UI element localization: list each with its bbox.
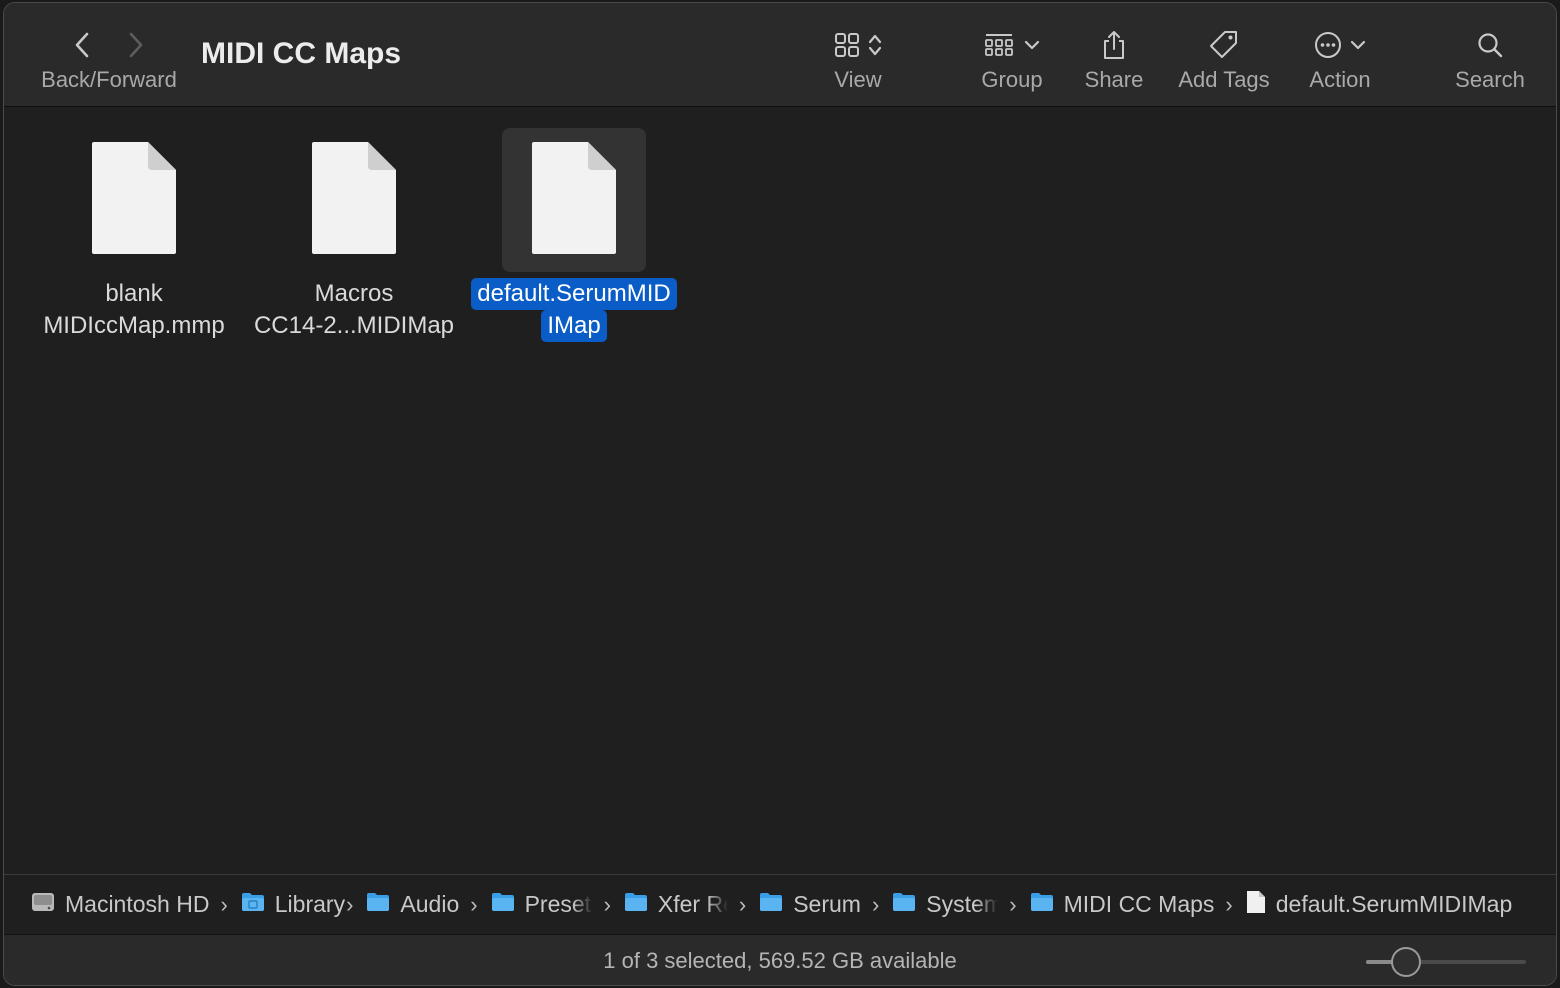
back-arrow-icon[interactable] [73,31,91,59]
file-name: default.SerumMID IMap [464,278,684,342]
path-item-label: Xfer Records [657,891,728,917]
chevron-right-icon: › [346,891,354,917]
chevron-right-icon: › [1225,891,1233,917]
file-icon-container [62,128,206,272]
path-item-label: Serum [793,891,861,917]
share-icon [1101,29,1127,61]
icon-size-slider[interactable] [1366,947,1528,977]
path-item-xfer-records[interactable]: Xfer Records › [623,891,752,919]
group-button[interactable]: Group [970,23,1054,93]
library-folder-icon [240,891,266,919]
path-item-current-file[interactable]: default.SerumMIDIMap [1245,889,1512,921]
path-item-label: Macintosh HD [65,891,210,917]
path-item-system[interactable]: System › [891,891,1022,919]
file-name: blank MIDIccMap.mmp [24,278,244,342]
path-item-audio[interactable]: Audio › [365,891,483,919]
view-label: View [834,67,882,92]
chevron-right-icon: › [1009,891,1017,917]
file-name-line-2: IMap [541,310,607,342]
folder-icon [758,891,784,919]
forward-arrow-icon[interactable] [127,31,145,59]
folder-icon [490,891,516,919]
document-icon [90,140,178,261]
chevron-right-icon: › [603,891,611,917]
tag-icon [1208,29,1240,61]
folder-icon [623,891,649,919]
path-item-presets[interactable]: Presets › [490,891,617,919]
file-name-line-2: MIDIccMap.mmp [43,312,225,339]
ellipsis-circle-icon [1314,31,1342,59]
back-forward-label: Back/Forward [41,67,177,92]
path-item-label: System [926,891,999,917]
file-icon-container [502,128,646,272]
path-bar: Macintosh HD › Library › Audio › Preset … [4,874,1556,934]
add-tags-button[interactable]: Add Tags [1172,23,1276,93]
share-label: Share [1084,67,1144,92]
folder-icon [1029,891,1055,919]
path-item-macintosh-hd[interactable]: Macintosh HD › [30,890,234,920]
toolbar: Back/Forward MIDI CC Maps View Group Sha… [4,3,1556,107]
file-name-line-1: default.SerumMID [471,278,677,310]
group-label: Group [981,67,1043,92]
file-name-line-1: blank [105,280,163,307]
hard-drive-icon [30,890,56,920]
add-tags-label: Add Tags [1178,67,1270,92]
path-item-label: Presets [524,891,593,917]
document-icon [1245,889,1267,921]
path-item-midi-cc-maps[interactable]: MIDI CC Maps › [1029,891,1239,919]
finder-window: Back/Forward MIDI CC Maps View Group Sha… [3,2,1557,986]
folder-icon [891,891,917,919]
path-item-label: Audio [400,891,460,917]
path-item-library[interactable]: Library › [240,891,360,919]
document-icon [530,140,618,261]
action-button[interactable]: Action [1296,23,1384,93]
chevron-down-icon [1350,39,1366,51]
chevron-right-icon: › [871,891,880,917]
share-button[interactable]: Share [1078,23,1150,93]
file-name-line-1: Macros [314,280,394,307]
file-item[interactable]: blank MIDIccMap.mmp [24,128,244,342]
group-grid-icon [984,32,1014,58]
action-label: Action [1309,67,1371,92]
file-name: Macros CC14-2...MIDIMap [244,278,464,342]
chevron-right-icon: › [470,891,478,917]
back-forward-group: Back/Forward [34,23,184,93]
document-icon [310,140,398,261]
icon-view-grid-icon [834,32,860,58]
file-name-line-2: CC14-2...MIDIMap [253,312,455,339]
path-item-label: default.SerumMIDIMap [1275,891,1513,917]
path-item-serum[interactable]: Serum › [758,891,885,919]
chevron-down-icon [1024,39,1040,51]
file-item[interactable]: Macros CC14-2...MIDIMap [244,128,464,342]
folder-icon [365,891,391,919]
file-icon-container [282,128,426,272]
status-bar: 1 of 3 selected, 569.52 GB available [4,934,1556,985]
window-title: MIDI CC Maps [201,37,402,70]
search-icon [1476,31,1504,59]
status-text: 1 of 3 selected, 569.52 GB available [603,948,957,973]
chevron-right-icon: › [738,891,747,917]
chevron-right-icon: › [220,891,228,917]
path-item-label: MIDI CC Maps [1063,891,1215,917]
file-item-selected[interactable]: default.SerumMID IMap [464,128,684,342]
slider-knob[interactable] [1391,947,1421,977]
search-label: Search [1455,67,1525,92]
up-down-chevron-icon [868,32,882,58]
search-button[interactable]: Search [1450,23,1530,93]
path-item-label: Library [274,891,346,917]
file-icon-view: blank MIDIccMap.mmp Macros CC14-2...MIDI… [4,108,1556,874]
view-button[interactable]: View [816,23,900,93]
